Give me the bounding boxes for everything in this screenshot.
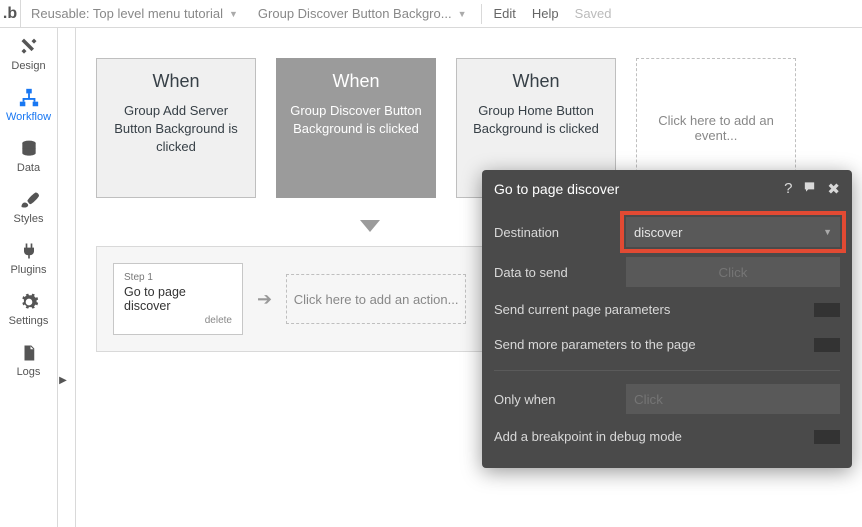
destination-value: discover [634, 225, 682, 240]
element-selector-label: Group Discover Button Backgro... [258, 6, 452, 21]
panel-header[interactable]: Go to page discover ? ✖ [482, 170, 852, 208]
event-head: When [332, 71, 379, 92]
help-menu[interactable]: Help [524, 6, 567, 21]
edit-menu[interactable]: Edit [486, 6, 524, 21]
destination-label: Destination [494, 225, 626, 240]
panel-title: Go to page discover [494, 181, 784, 197]
tab-design[interactable]: Design [0, 28, 57, 79]
step-delete[interactable]: delete [124, 315, 232, 326]
logs-icon [17, 342, 41, 364]
expand-sidebar-button[interactable]: ▶ [58, 370, 68, 390]
data-to-send-row: Data to send [494, 252, 840, 292]
arrow-right-icon: ➔ [257, 289, 272, 310]
event-head: When [152, 71, 199, 92]
tab-styles[interactable]: Styles [0, 181, 57, 232]
only-when-label: Only when [494, 392, 626, 407]
caret-down-icon: ▼ [823, 227, 832, 237]
tab-label: Logs [17, 366, 41, 378]
only-when-input[interactable] [626, 384, 840, 414]
destination-select[interactable]: discover ▼ [626, 217, 840, 247]
gear-icon [17, 291, 41, 313]
send-current-params-row: Send current page parameters [494, 292, 840, 327]
topbar: .b Reusable: Top level menu tutorial ▼ G… [0, 0, 862, 28]
data-to-send-label: Data to send [494, 265, 626, 280]
selected-event-pointer [360, 220, 380, 232]
send-current-params-label: Send current page parameters [494, 302, 814, 317]
help-icon[interactable]: ? [784, 180, 792, 198]
send-more-params-toggle[interactable] [814, 338, 840, 352]
page-selector-label: Reusable: Top level menu tutorial [31, 6, 223, 21]
breakpoint-label: Add a breakpoint in debug mode [494, 429, 814, 444]
tab-label: Settings [9, 315, 49, 327]
tab-data[interactable]: Data [0, 130, 57, 181]
tab-label: Plugins [10, 264, 46, 276]
event-body: Group Home Button Background is clicked [467, 102, 605, 138]
tab-logs[interactable]: Logs [0, 334, 57, 385]
action-property-panel: Go to page discover ? ✖ Destination disc… [482, 170, 852, 468]
breakpoint-row: Add a breakpoint in debug mode [494, 419, 840, 454]
send-more-params-label: Send more parameters to the page [494, 337, 814, 352]
tab-settings[interactable]: Settings [0, 283, 57, 334]
step-number: Step 1 [124, 272, 232, 283]
comment-icon[interactable] [802, 180, 817, 198]
plug-icon [17, 240, 41, 262]
only-when-row: Only when [494, 379, 840, 419]
separator [481, 4, 482, 24]
action-step-1[interactable]: Step 1 Go to page discover delete [113, 263, 243, 335]
send-current-params-toggle[interactable] [814, 303, 840, 317]
app-logo[interactable]: .b [0, 0, 21, 28]
sidebar: Design Workflow Data Styles Plugins Sett… [0, 28, 58, 527]
brush-icon [17, 189, 41, 211]
workflow-icon [17, 87, 41, 109]
tab-workflow[interactable]: Workflow [0, 79, 57, 130]
tab-label: Workflow [6, 111, 51, 123]
divider [494, 370, 840, 371]
tab-label: Styles [14, 213, 44, 225]
gutter [58, 28, 76, 527]
event-box-add-server[interactable]: When Group Add Server Button Background … [96, 58, 256, 198]
tab-label: Data [17, 162, 40, 174]
close-icon[interactable]: ✖ [827, 180, 840, 198]
element-selector-dropdown[interactable]: Group Discover Button Backgro... ▼ [248, 2, 477, 26]
database-icon [17, 138, 41, 160]
design-icon [17, 36, 41, 58]
breakpoint-toggle[interactable] [814, 430, 840, 444]
event-body: Group Discover Button Background is clic… [287, 102, 425, 138]
event-box-discover[interactable]: When Group Discover Button Background is… [276, 58, 436, 198]
event-body: Group Add Server Button Background is cl… [107, 102, 245, 157]
caret-down-icon: ▼ [458, 9, 467, 19]
destination-row: Destination discover ▼ [494, 212, 840, 252]
page-selector-dropdown[interactable]: Reusable: Top level menu tutorial ▼ [21, 2, 248, 26]
step-title: Go to page discover [124, 285, 232, 313]
data-to-send-input[interactable] [626, 257, 840, 287]
event-head: When [512, 71, 559, 92]
send-more-params-row: Send more parameters to the page [494, 327, 840, 362]
tab-label: Design [11, 60, 45, 72]
save-status: Saved [567, 6, 620, 21]
add-action-button[interactable]: Click here to add an action... [286, 274, 466, 324]
tab-plugins[interactable]: Plugins [0, 232, 57, 283]
caret-down-icon: ▼ [229, 9, 238, 19]
